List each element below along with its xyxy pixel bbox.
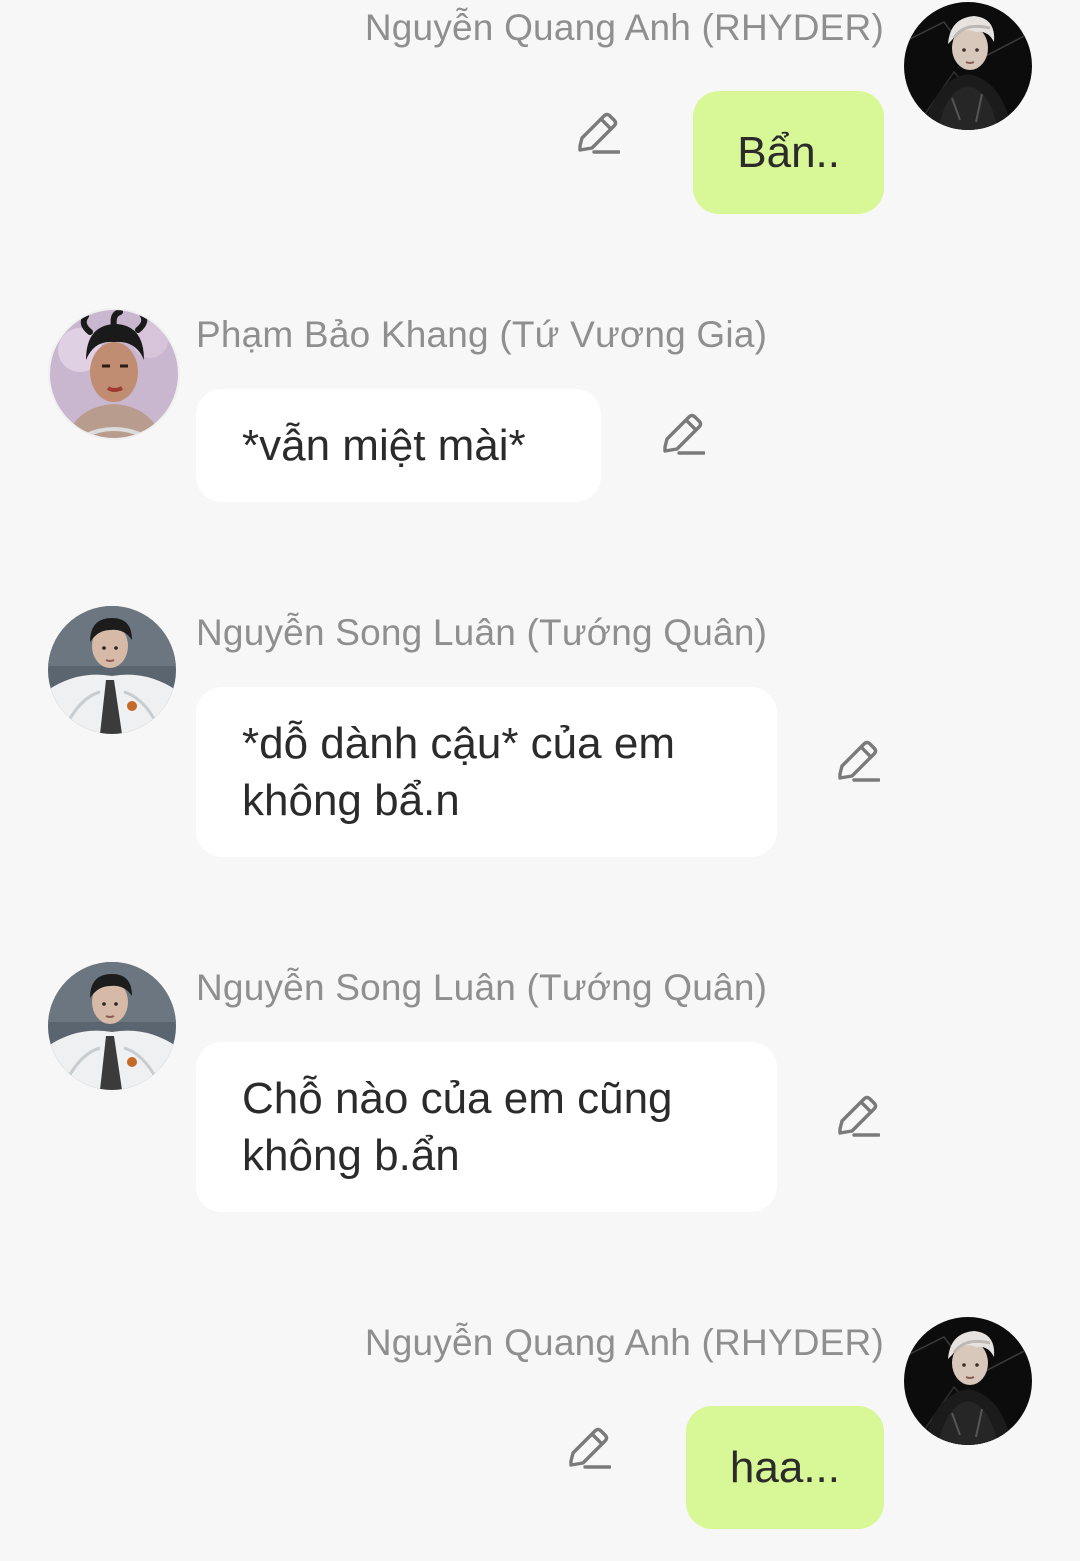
edit-message-button[interactable] [834, 740, 880, 782]
pencil-edit-icon [834, 1095, 880, 1137]
message-bubble: haa... [685, 1406, 884, 1529]
chat-thread: Nguyễn Quang Anh (RHYDER) Bẩn.. Phạm Bảo… [0, 0, 1080, 1561]
avatar[interactable] [48, 962, 176, 1090]
sender-name: Nguyễn Song Luân (Tướng Quân) [196, 612, 768, 653]
avatar-luan-icon [48, 606, 176, 734]
avatar-rhyder-icon [904, 1317, 1032, 1445]
avatar[interactable] [48, 308, 180, 440]
pencil-edit-icon [565, 1427, 611, 1469]
message-bubble: *dỗ dành cậu* của em không bẩ.n [196, 687, 777, 857]
avatar-rhyder-icon [904, 2, 1032, 130]
sender-name: Nguyễn Quang Anh (RHYDER) [364, 1322, 884, 1363]
message-bubble: *vẫn miệt mài* [196, 389, 601, 502]
sender-name: Nguyễn Quang Anh (RHYDER) [364, 7, 884, 48]
avatar[interactable] [904, 1317, 1032, 1445]
pencil-edit-icon [834, 740, 880, 782]
edit-message-button[interactable] [565, 1427, 611, 1469]
avatar-khang-icon [50, 310, 178, 438]
pencil-edit-icon [659, 413, 705, 455]
avatar[interactable] [48, 606, 176, 734]
message-bubble: Bẩn.. [693, 91, 884, 214]
message-bubble: Chỗ nào của em cũng không b.ẩn [196, 1042, 777, 1212]
avatar-luan-icon [48, 962, 176, 1090]
avatar[interactable] [904, 2, 1032, 130]
edit-message-button[interactable] [574, 112, 620, 154]
pencil-edit-icon [574, 112, 620, 154]
sender-name: Phạm Bảo Khang (Tứ Vương Gia) [196, 314, 768, 355]
edit-message-button[interactable] [659, 413, 705, 455]
sender-name: Nguyễn Song Luân (Tướng Quân) [196, 967, 768, 1008]
edit-message-button[interactable] [834, 1095, 880, 1137]
